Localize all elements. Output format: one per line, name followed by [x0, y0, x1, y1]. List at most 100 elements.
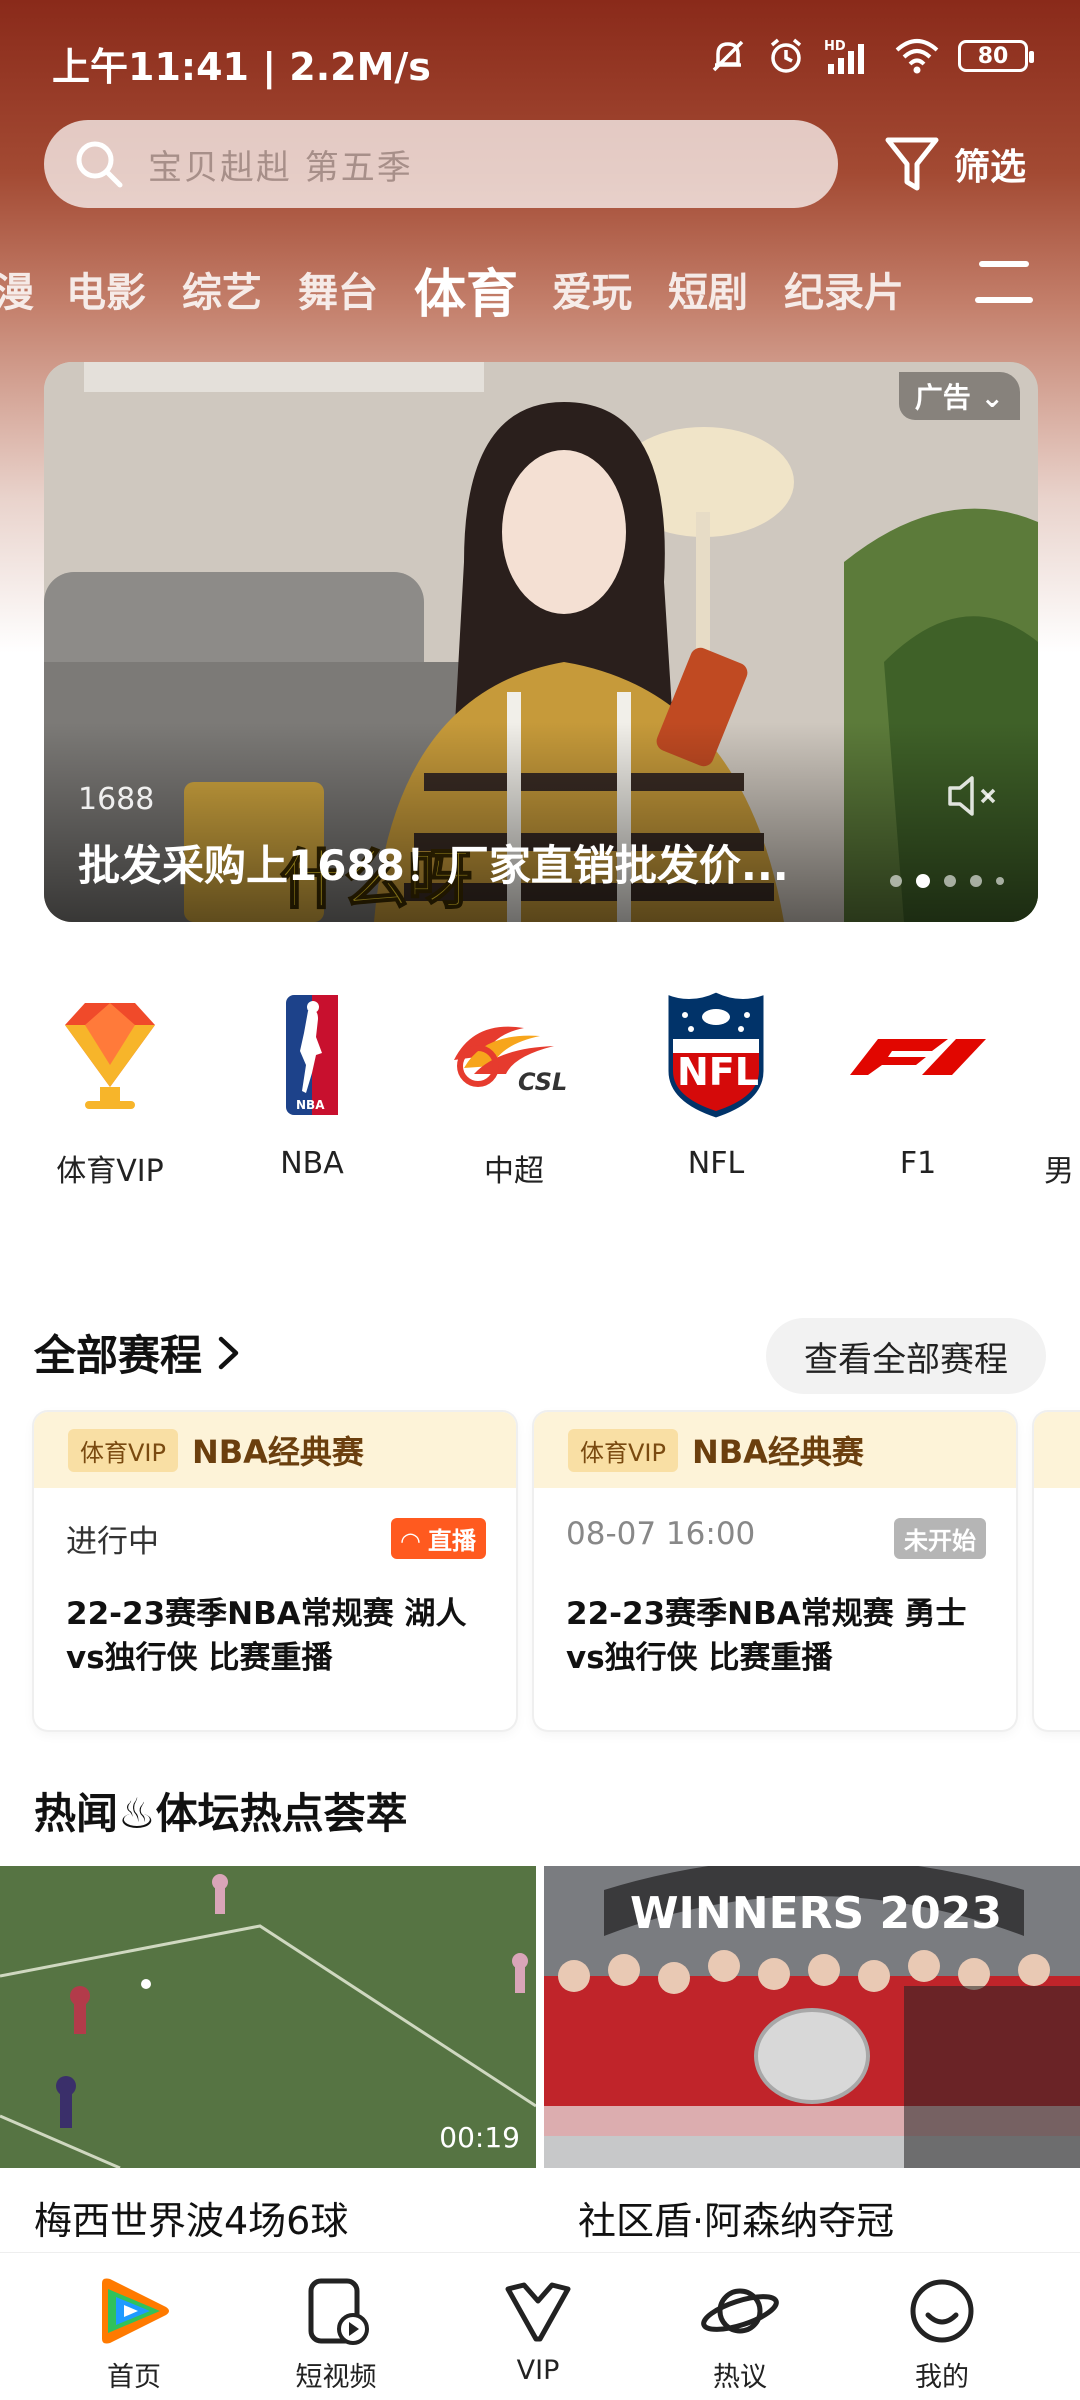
vip-tag: 体育VIP [568, 1428, 678, 1472]
not-started-badge: 未开始 [894, 1518, 986, 1559]
chevron-right-icon [218, 1336, 239, 1369]
hd-signal-icon: HD [824, 36, 876, 76]
news-thumbnail[interactable]: 00:19 [0, 1866, 536, 2168]
search-placeholder: 宝贝赳赳 第五季 [148, 147, 413, 188]
nav-home[interactable]: 首页 [64, 2271, 204, 2394]
schedule-title[interactable]: 全部赛程 [34, 1322, 242, 1383]
match-card[interactable]: 体育VIP NBA经典赛 08-07 16:00 未开始 22-23赛季NBA常… [534, 1412, 1016, 1730]
svg-text:NFL: NFL [677, 1050, 759, 1094]
banner-dot [944, 875, 956, 887]
tab-anime[interactable]: 漫 [0, 260, 34, 318]
banner-source: 1688 [78, 782, 155, 817]
search-input[interactable]: 宝贝赳赳 第五季 [44, 120, 838, 208]
video-duration: 00:19 [439, 2121, 520, 2154]
sport-label: F1 [899, 1146, 937, 1181]
banner-dot [996, 877, 1004, 885]
sport-label: NBA [280, 1146, 344, 1181]
tab-short-drama[interactable]: 短剧 [668, 260, 748, 318]
discuss-planet-icon [670, 2271, 810, 2351]
wifi-icon [894, 36, 940, 76]
status-bar: 上午11:41 | 2.2M/s HD 80 [0, 0, 1080, 120]
filter-button[interactable]: 筛选 [884, 128, 1026, 200]
svg-text:CSL: CSL [518, 1068, 567, 1096]
trophy-celebration-image: WINNERS 2023 [544, 1866, 1080, 2168]
match-card-header [1034, 1412, 1080, 1488]
hot-news-title: 热闻♨体坛热点荟萃 [34, 1789, 408, 1838]
league-name: NBA经典赛 [191, 1433, 364, 1471]
tab-stage[interactable]: 舞台 [298, 260, 378, 318]
alarm-icon [766, 36, 806, 76]
tab-variety[interactable]: 综艺 [182, 260, 262, 318]
sport-item-f1[interactable]: F1 [818, 990, 1018, 1181]
nav-label: 首页 [107, 2362, 161, 2393]
news-caption[interactable]: 梅西世界波4场6球 [34, 2190, 348, 2245]
nfl-logo-icon: NFL [616, 990, 816, 1121]
ad-tag[interactable]: 广告 ⌄ [898, 372, 1020, 420]
banner-dot-active [916, 874, 930, 888]
match-card-header: 体育VIP NBA经典赛 [534, 1412, 1016, 1488]
match-card-partial[interactable] [1034, 1412, 1080, 1730]
banner-dot [890, 875, 902, 887]
match-title: 22-23赛季NBA常规赛 勇士vs独行侠 比赛重播 [566, 1596, 967, 1676]
sport-item-nfl[interactable]: NFL NFL [616, 990, 816, 1181]
vip-tag: 体育VIP [68, 1428, 178, 1472]
sport-label: 男 [1044, 1154, 1074, 1189]
menu-icon[interactable] [974, 258, 1034, 308]
tab-play[interactable]: 爱玩 [552, 260, 632, 318]
tab-movie[interactable]: 电影 [66, 260, 146, 318]
news-caption[interactable]: 社区盾·阿森纳夺冠 [578, 2190, 894, 2245]
search-icon [76, 141, 123, 188]
news-thumbnail[interactable]: WINNERS 2023 [544, 1866, 1080, 2168]
partial-logo-icon [1010, 990, 1080, 1120]
sport-label: NFL [687, 1146, 745, 1181]
nav-profile[interactable]: 我的 [872, 2271, 1012, 2394]
nav-vip[interactable]: VIP [468, 2271, 608, 2386]
short-video-icon [266, 2271, 406, 2351]
nav-label: VIP [516, 2355, 560, 2386]
f1-logo-icon [818, 990, 1018, 1120]
ad-tag-label: 广告 [914, 381, 971, 414]
sport-shortcuts: 体育VIP NBA NBA CSL 中超 NFL NFL F1 男 [0, 990, 1080, 1210]
sport-item-partial[interactable]: 男 [1010, 990, 1080, 1190]
live-badge-label: 直播 [428, 1527, 476, 1555]
svg-text:HD: HD [824, 39, 846, 54]
nba-logo-icon: NBA [212, 990, 412, 1120]
schedule-title-text: 全部赛程 [34, 1331, 203, 1380]
nav-short-video[interactable]: 短视频 [266, 2271, 406, 2394]
sport-item-nba[interactable]: NBA NBA [212, 990, 412, 1181]
view-all-schedule-button[interactable]: 查看全部赛程 [766, 1318, 1046, 1394]
sport-label: 中超 [484, 1154, 544, 1189]
banner-title: 批发采购上1688！厂家直销批发价... [78, 841, 789, 890]
tab-sports[interactable]: 体育 [414, 252, 518, 327]
mute-icon[interactable] [946, 772, 1002, 824]
svg-text:NBA: NBA [296, 1098, 325, 1112]
match-status: 08-07 16:00 [566, 1516, 756, 1552]
banner-pagination [890, 874, 1004, 888]
home-play-icon [64, 2271, 204, 2351]
winners-banner-text: WINNERS 2023 [630, 1888, 1002, 1939]
nav-discuss[interactable]: 热议 [670, 2271, 810, 2394]
ad-banner[interactable]: 什么呀 广告 ⌄ 1688 批发采购上1688！厂家直销批发价... [44, 362, 1038, 922]
csl-logo-icon: CSL [414, 990, 614, 1120]
tab-documentary[interactable]: 纪录片 [784, 260, 904, 318]
sport-item-csl[interactable]: CSL 中超 [414, 990, 614, 1190]
filter-label: 筛选 [954, 147, 1027, 188]
league-name: NBA经典赛 [691, 1433, 864, 1471]
profile-smile-icon [872, 2271, 1012, 2351]
sport-item-vip[interactable]: 体育VIP [10, 990, 210, 1190]
status-icons: HD 80 [708, 36, 1034, 76]
vip-diamond-icon [10, 990, 210, 1120]
nav-label: 热议 [713, 2362, 767, 2393]
live-badge: ◠ 直播 [391, 1518, 486, 1559]
category-tabs: 漫 电影 综艺 舞台 体育 爱玩 短剧 纪录片 [0, 248, 960, 328]
match-status: 进行中 [66, 1524, 159, 1560]
match-card-header: 体育VIP NBA经典赛 [34, 1412, 516, 1488]
battery-icon: 80 [958, 40, 1034, 72]
nav-label: 短视频 [295, 2362, 377, 2393]
status-time: 上午11:41 | 2.2M/s [52, 45, 431, 89]
bottom-navigation: 首页 短视频 VIP 热议 我的 [0, 2252, 1080, 2400]
vip-crown-icon [468, 2271, 608, 2351]
match-card[interactable]: 体育VIP NBA经典赛 进行中 ◠ 直播 22-23赛季NBA常规赛 湖人vs… [34, 1412, 516, 1730]
filter-icon [885, 137, 939, 191]
nav-label: 我的 [915, 2362, 969, 2393]
